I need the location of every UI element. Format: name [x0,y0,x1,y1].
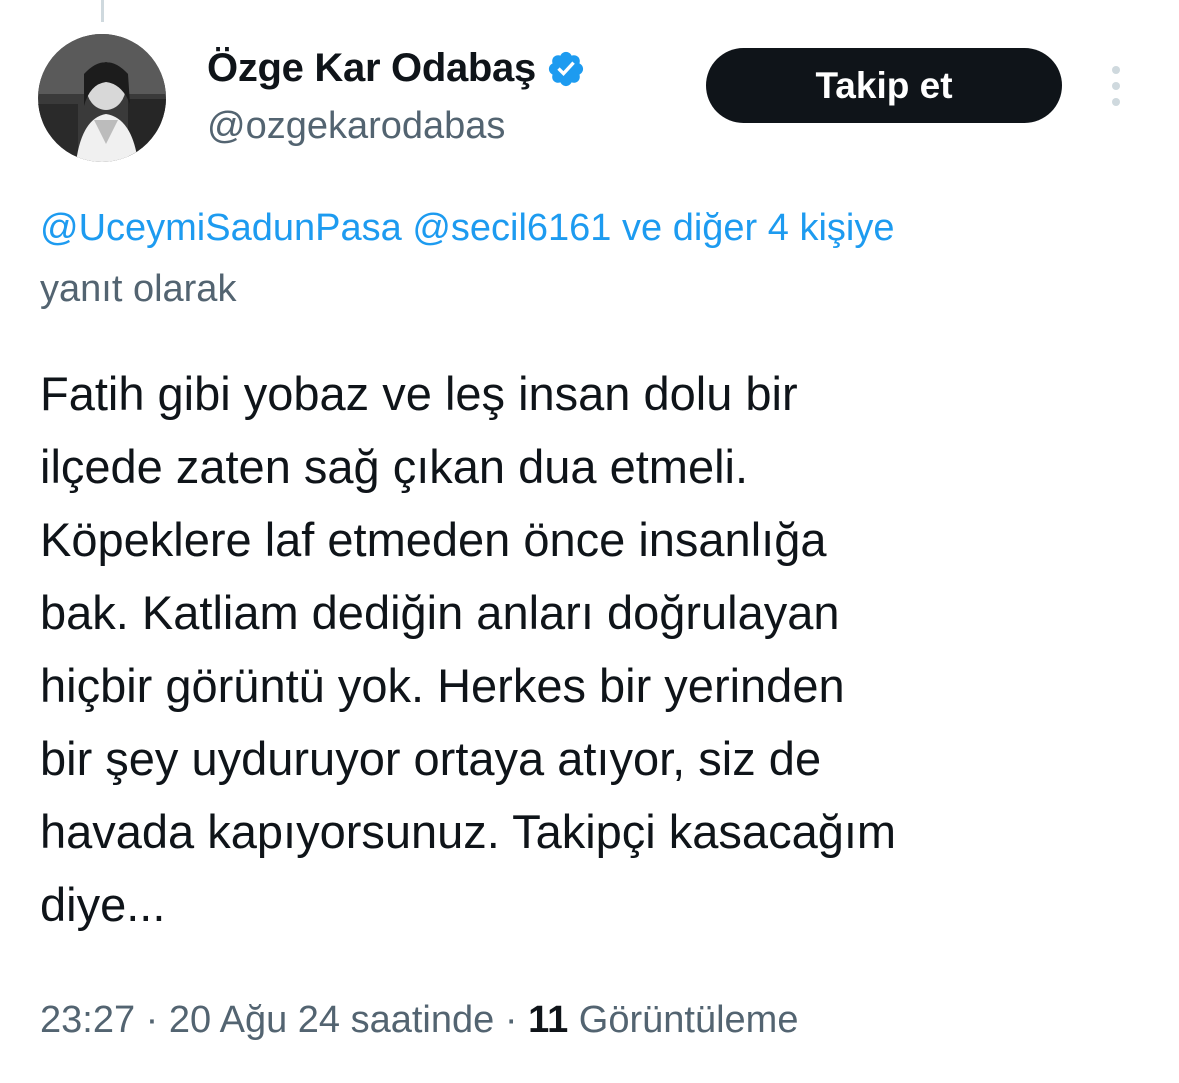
author-name-row[interactable]: Özge Kar Odabaş [207,46,586,91]
tweet-text-line: bak. Katliam dediğin anları doğrulayan [40,586,840,639]
tweet-text-line: havada kapıyorsunuz. Takipçi kasacağım [40,805,897,858]
avatar[interactable] [38,34,166,162]
author-handle[interactable]: @ozgekarodabas [207,105,505,148]
tweet-text-line: bir şey uyduruyor ortaya atıyor, siz de [40,732,822,785]
tweet-text-line: hiçbir görüntü yok. Herkes bir yerinden [40,659,845,712]
avatar-image [38,34,166,162]
tweet-metadata: 23:27 · 20 Ağu 24 saatinde · 11 Görüntül… [40,993,798,1047]
more-vertical-icon[interactable] [1104,62,1128,110]
thread-connector-line [101,0,104,22]
reply-mention-1[interactable]: @UceymiSadunPasa [40,207,402,249]
tweet-text-line: Köpeklere laf etmeden önce insanlığa [40,513,827,566]
follow-button[interactable]: Takip et [706,48,1062,123]
verified-badge-icon [548,51,584,86]
tweet-text-line: Fatih gibi yobaz ve leş insan dolu bir [40,367,798,420]
author-display-name[interactable]: Özge Kar Odabaş [207,46,536,91]
views-label: Görüntüleme [578,999,799,1041]
reply-others[interactable]: ve diğer 4 kişiye [622,207,894,249]
views-count: 11 [528,999,569,1041]
tweet-text-line: ilçede zaten sağ çıkan dua etmeli. [40,440,749,493]
reply-suffix: yanıt olarak [40,268,237,310]
reply-mention-2[interactable]: @secil6161 [412,207,611,249]
meta-separator: · [145,999,159,1041]
meta-separator: · [504,999,518,1041]
tweet-time[interactable]: 23:27 [40,999,135,1041]
tweet-date[interactable]: 20 Ağu 24 saatinde [169,999,494,1041]
tweet-text-line: diye... [40,878,166,931]
tweet-text: Fatih gibi yobaz ve leş insan dolu bir i… [40,357,1150,941]
replying-to: @UceymiSadunPasa @secil6161 ve diğer 4 k… [40,201,894,255]
tweet-view: Özge Kar Odabaş @ozgekarodabas Takip et … [0,0,1179,1083]
